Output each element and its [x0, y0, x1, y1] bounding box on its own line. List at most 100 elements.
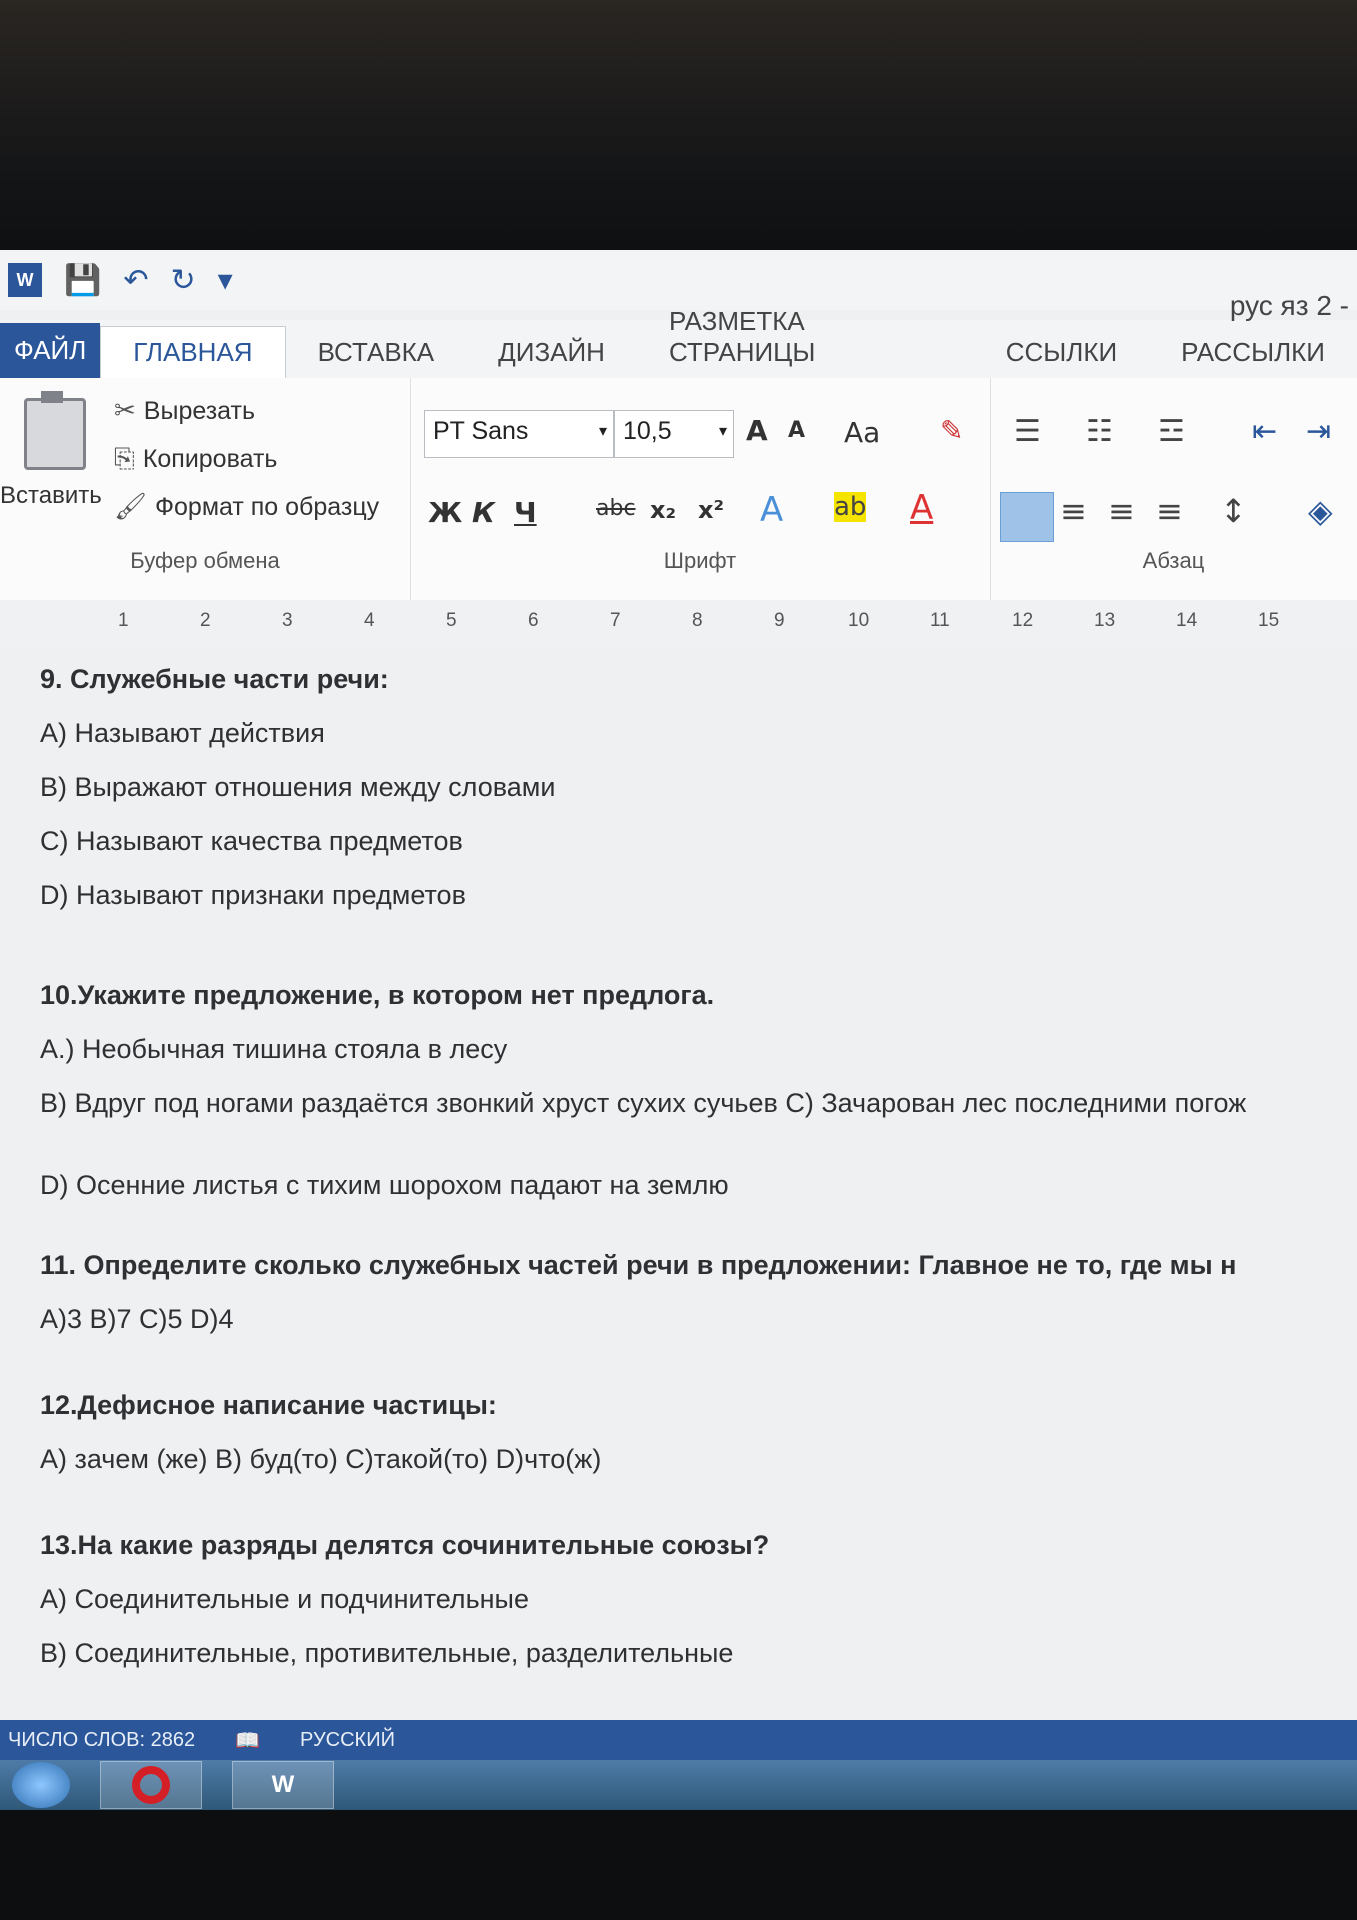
font-name-select[interactable]: PT Sans ▾	[424, 410, 614, 458]
ruler-tick-label: 5	[446, 610, 457, 631]
strikethrough-button[interactable]: abc	[596, 496, 636, 521]
ribbon: Вставить ✂ Вырезать ⎘ Копировать 🖌 Форма…	[0, 378, 1357, 601]
subscript-button[interactable]: x₂	[650, 496, 676, 524]
font-size-select[interactable]: 10,5 ▾	[614, 410, 734, 458]
monitor-bezel-top	[0, 0, 1357, 250]
word-taskbar-button[interactable]: W	[232, 1761, 334, 1809]
cut-button[interactable]: ✂ Вырезать	[114, 396, 255, 426]
tab-home[interactable]: ГЛАВНАЯ	[100, 326, 286, 378]
save-icon[interactable]: 💾	[64, 263, 101, 298]
cut-label: Вырезать	[143, 396, 255, 425]
multilevel-list-icon[interactable]: ☲	[1158, 414, 1185, 449]
numbering-icon[interactable]: ☷	[1086, 414, 1113, 449]
ruler-tick-label: 2	[200, 610, 211, 631]
status-bar: ЧИСЛО СЛОВ: 2862 📖 РУССКИЙ	[0, 1720, 1357, 1760]
copy-button[interactable]: ⎘ Копировать	[114, 444, 277, 475]
word-icon: W	[271, 1771, 295, 1798]
answer-line: В) Выражают отношения между словами	[40, 772, 556, 802]
font-size-value: 10,5	[623, 417, 672, 445]
tab-references[interactable]: ССЫЛКИ	[974, 327, 1149, 378]
align-right-icon[interactable]: ≡	[1108, 492, 1135, 530]
ruler-tick-label: 1	[118, 610, 129, 631]
language-indicator[interactable]: РУССКИЙ	[300, 1729, 395, 1752]
opera-taskbar-button[interactable]	[100, 1761, 202, 1809]
tab-file[interactable]: ФАЙЛ	[0, 323, 101, 378]
ruler-tick-label: 15	[1258, 610, 1280, 631]
paste-icon[interactable]	[24, 391, 86, 470]
align-center-icon[interactable]: ≡	[1060, 492, 1087, 530]
paste-button[interactable]: Вставить	[0, 482, 102, 510]
change-case-button[interactable]: Aa	[844, 416, 880, 449]
tab-design[interactable]: ДИЗАЙН	[466, 327, 637, 378]
customize-qat-icon[interactable]: ▾	[218, 263, 233, 298]
highlight-icon[interactable]: ab	[834, 492, 867, 522]
text-effects-icon[interactable]: A	[760, 490, 783, 530]
answer-line: А) зачем (же) В) буд(то) С)такой(то) D)ч…	[40, 1444, 602, 1474]
document-title: рус яз 2 -	[1229, 290, 1349, 321]
font-color-icon[interactable]: A	[910, 488, 933, 528]
redo-icon[interactable]: ↻	[171, 263, 196, 298]
question-12: 12.Дефисное написание частицы:	[40, 1390, 497, 1420]
ruler-tick-label: 13	[1094, 610, 1116, 631]
tab-insert[interactable]: ВСТАВКА	[286, 327, 467, 378]
paragraph-group-label: Абзац	[1142, 548, 1205, 573]
horizontal-ruler[interactable]: 1 2 3 4 5 6 7 8 9 10 11 12 13 14 15	[0, 600, 1357, 651]
opera-icon	[132, 1766, 170, 1804]
chevron-down-icon: ▾	[718, 423, 727, 440]
question-13: 13.На какие разряды делятся сочинительны…	[40, 1530, 770, 1560]
justify-icon[interactable]: ≡	[1156, 492, 1183, 530]
word-count[interactable]: ЧИСЛО СЛОВ: 2862	[8, 1729, 195, 1752]
question-10: 10.Укажите предложение, в котором нет пр…	[40, 980, 715, 1010]
copy-icon: ⎘	[114, 444, 135, 474]
undo-icon[interactable]: ↶	[123, 263, 148, 298]
chevron-down-icon: ▾	[598, 423, 607, 440]
line-spacing-icon[interactable]: ↕	[1220, 492, 1247, 530]
answer-line: А.) Необычная тишина стояла в лесу	[40, 1034, 508, 1064]
italic-button[interactable]: К	[472, 496, 495, 529]
word-logo-icon: W	[8, 263, 42, 297]
answer-line: D) Осенние листья с тихим шорохом падают…	[40, 1170, 729, 1200]
tab-mailings[interactable]: РАССЫЛКИ	[1149, 327, 1357, 378]
clear-formatting-icon[interactable]: ✎	[940, 414, 963, 447]
align-left-button[interactable]	[1000, 492, 1054, 542]
underline-button[interactable]: Ч	[514, 496, 537, 529]
format-painter-label: Формат по образцу	[155, 492, 380, 521]
monitor-bezel-bottom	[0, 1810, 1357, 1920]
ruler-tick-label: 6	[528, 610, 539, 631]
ruler-tick-label: 12	[1012, 610, 1034, 631]
proofing-icon[interactable]: 📖	[235, 1728, 260, 1753]
answer-line: А) Соединительные и подчинительные	[40, 1584, 529, 1614]
ruler-tick-label: 4	[364, 610, 375, 631]
paintbrush-icon: 🖌	[114, 492, 148, 522]
grow-font-button[interactable]: A	[746, 414, 768, 447]
ruler-tick-label: 8	[692, 610, 703, 631]
shading-icon[interactable]: ◈	[1308, 492, 1333, 530]
document-page[interactable]: 9. Служебные части речи: А) Называют дей…	[0, 650, 1357, 1760]
increase-indent-icon[interactable]: ⇥	[1306, 414, 1331, 449]
answer-line: В) Соединительные, противительные, разде…	[40, 1638, 734, 1668]
shrink-font-button[interactable]: A	[788, 418, 805, 443]
ribbon-tabs: ФАЙЛ ГЛАВНАЯ ВСТАВКА ДИЗАЙН РАЗМЕТКА СТР…	[0, 306, 1357, 379]
font-group: PT Sans ▾ 10,5 ▾ A A Aa ✎ Ж К Ч abc x₂ x…	[410, 378, 991, 600]
answer-line: С) Называют качества предметов	[40, 826, 463, 856]
answer-line: D) Называют признаки предметов	[40, 880, 466, 910]
ruler-tick-label: 14	[1176, 610, 1198, 631]
decrease-indent-icon[interactable]: ⇤	[1252, 414, 1277, 449]
question-9: 9. Служебные части речи:	[40, 664, 389, 694]
question-11: 11. Определите сколько служебных частей …	[40, 1250, 1237, 1280]
bullets-icon[interactable]: ☰	[1014, 414, 1041, 449]
ruler-tick-label: 10	[848, 610, 870, 631]
format-painter-button[interactable]: 🖌 Формат по образцу	[114, 492, 379, 522]
answer-line: А) Называют действия	[40, 718, 325, 748]
scissors-icon: ✂	[114, 396, 136, 426]
answer-line: А)3 В)7 С)5 D)4	[40, 1304, 234, 1334]
superscript-button[interactable]: x²	[698, 496, 724, 524]
copy-label: Копировать	[142, 445, 278, 473]
start-button[interactable]	[12, 1762, 70, 1808]
clipboard-group-label: Буфер обмена	[130, 548, 280, 573]
ruler-tick-label: 7	[610, 610, 621, 631]
tab-page-layout[interactable]: РАЗМЕТКА СТРАНИЦЫ	[637, 296, 974, 378]
font-group-label: Шрифт	[663, 548, 737, 573]
bold-button[interactable]: Ж	[428, 496, 462, 529]
word-window: W 💾 ↶ ↻ ▾ ФАЙЛ ГЛАВНАЯ ВСТАВКА ДИЗАЙН РА…	[0, 250, 1357, 1810]
